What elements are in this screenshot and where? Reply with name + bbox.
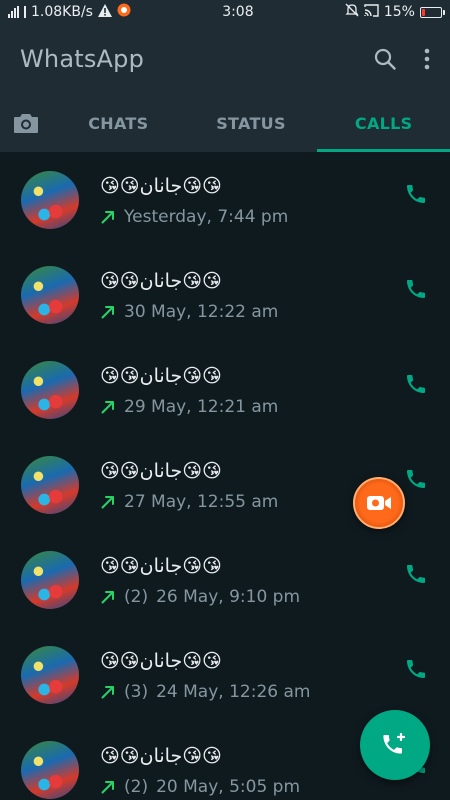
- contact-name: 😘😘جانان😘😘: [100, 269, 222, 292]
- signal-2-icon: [24, 6, 26, 18]
- screen-recorder-bubble[interactable]: [353, 477, 405, 529]
- call-detail: (3) 24 May, 12:26 am: [100, 682, 450, 702]
- contact-avatar[interactable]: [21, 265, 79, 324]
- call-time: 29 May, 12:21 am: [124, 396, 279, 417]
- call-log-row[interactable]: 😘😘جانان😘😘 (2) 26 May, 9:10 pm: [0, 532, 450, 627]
- call-info: 😘😘جانان😘😘 30 May, 12:22 am: [100, 268, 450, 322]
- call-count: (3): [124, 681, 149, 702]
- voice-call-button[interactable]: [404, 467, 428, 495]
- contact-avatar[interactable]: [21, 550, 79, 609]
- voice-call-button[interactable]: [404, 562, 428, 590]
- phone-icon: [407, 185, 425, 203]
- battery-percent: 15%: [383, 4, 415, 20]
- phone-icon: [407, 565, 425, 583]
- voice-call-button[interactable]: [404, 657, 428, 685]
- contact-avatar[interactable]: [21, 645, 79, 704]
- call-time: 30 May, 12:22 am: [124, 301, 279, 322]
- tab-calls[interactable]: CALLS: [317, 94, 450, 152]
- contact-avatar[interactable]: [21, 360, 79, 419]
- more-options-button[interactable]: [424, 48, 430, 70]
- status-bar: 1.08KB/s 3:08 15%: [0, 0, 450, 24]
- call-count: (2): [124, 776, 149, 797]
- battery-icon: [419, 6, 445, 18]
- call-detail: Yesterday, 7:44 pm: [100, 207, 450, 227]
- contact-name: 😘😘جانان😘😘: [100, 649, 222, 672]
- call-log-row[interactable]: 😘😘جانان😘😘 30 May, 12:22 am: [0, 247, 450, 342]
- outgoing-call-arrow-icon: [100, 494, 116, 510]
- video-camera-icon: [367, 496, 391, 510]
- contact-name: 😘😘جانان😘😘: [100, 554, 222, 577]
- phone-icon: [407, 280, 425, 298]
- status-left: 1.08KB/s: [8, 3, 131, 21]
- tab-status[interactable]: STATUS: [185, 94, 318, 152]
- calls-list: 😘😘جانان😘😘 Yesterday, 7:44 pm 😘😘جانان😘😘 3…: [0, 152, 450, 800]
- tab-bar: CHATS STATUS CALLS: [0, 94, 450, 152]
- status-right: 15%: [345, 3, 445, 21]
- signal-icon: [8, 6, 19, 18]
- outgoing-call-arrow-icon: [100, 589, 116, 605]
- app-bar-actions: [374, 48, 430, 70]
- call-log-row[interactable]: 😘😘جانان😘😘 29 May, 12:21 am: [0, 342, 450, 437]
- call-info: 😘😘جانان😘😘 Yesterday, 7:44 pm: [100, 173, 450, 227]
- network-speed: 1.08KB/s: [31, 4, 93, 20]
- call-info: 😘😘جانان😘😘 29 May, 12:21 am: [100, 363, 450, 417]
- battery-level: [421, 8, 425, 16]
- clock: 3:08: [222, 4, 254, 20]
- call-time: 26 May, 9:10 pm: [156, 586, 301, 607]
- contact-avatar[interactable]: [21, 170, 79, 229]
- search-button[interactable]: [374, 48, 396, 70]
- phone-icon: [407, 375, 425, 393]
- call-log-row[interactable]: 😘😘جانان😘😘 Yesterday, 7:44 pm: [0, 152, 450, 247]
- call-info: 😘😘جانان😘😘 (2) 26 May, 9:10 pm: [100, 553, 450, 607]
- voice-call-button[interactable]: [404, 372, 428, 400]
- new-call-button[interactable]: [360, 710, 430, 780]
- outgoing-call-arrow-icon: [100, 779, 116, 795]
- call-time: 24 May, 12:26 am: [156, 681, 311, 702]
- call-detail: (2) 26 May, 9:10 pm: [100, 587, 450, 607]
- contact-name: 😘😘جانان😘😘: [100, 174, 222, 197]
- contact-avatar[interactable]: [21, 455, 79, 514]
- call-count: (2): [124, 586, 149, 607]
- voice-call-button[interactable]: [404, 277, 428, 305]
- search-icon: [374, 48, 396, 70]
- contact-name: 😘😘جانان😘😘: [100, 364, 222, 387]
- call-info: 😘😘جانان😘😘 (3) 24 May, 12:26 am: [100, 648, 450, 702]
- tab-camera[interactable]: [0, 94, 52, 152]
- app-title: WhatsApp: [20, 45, 145, 73]
- warning-icon: [97, 3, 112, 21]
- call-detail: 30 May, 12:22 am: [100, 302, 450, 322]
- call-time: 20 May, 5:05 pm: [156, 776, 301, 797]
- contact-name: 😘😘جانان😘😘: [100, 459, 222, 482]
- outgoing-call-arrow-icon: [100, 304, 116, 320]
- contact-avatar[interactable]: [21, 740, 79, 799]
- cast-icon: [364, 3, 379, 21]
- app-bar: WhatsApp: [0, 24, 450, 94]
- call-detail: 29 May, 12:21 am: [100, 397, 450, 417]
- call-time: Yesterday, 7:44 pm: [124, 206, 289, 227]
- outgoing-call-arrow-icon: [100, 399, 116, 415]
- call-time: 27 May, 12:55 am: [124, 491, 279, 512]
- outgoing-call-arrow-icon: [100, 684, 116, 700]
- notification-app-icon: [117, 3, 131, 21]
- phone-icon: [407, 470, 425, 488]
- mute-icon: [345, 3, 359, 21]
- voice-call-button[interactable]: [404, 182, 428, 210]
- outgoing-call-arrow-icon: [100, 209, 116, 225]
- camera-icon: [14, 114, 38, 133]
- tab-chats[interactable]: CHATS: [52, 94, 185, 152]
- phone-icon: [407, 660, 425, 678]
- add-call-icon: [383, 733, 405, 754]
- more-vert-icon: [424, 48, 430, 70]
- call-log-row[interactable]: 😘😘جانان😘😘 (3) 24 May, 12:26 am: [0, 627, 450, 722]
